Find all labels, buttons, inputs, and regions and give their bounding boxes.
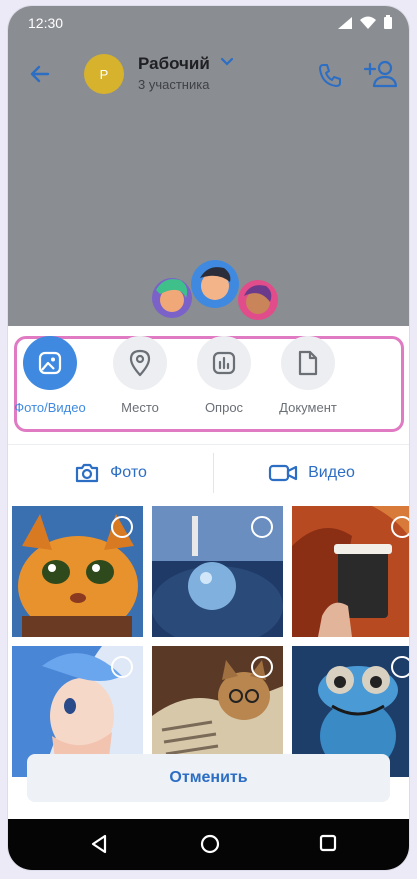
camera-icon [76, 463, 99, 483]
avatar-letter: Р [99, 66, 109, 82]
attach-document[interactable]: Документ [266, 336, 350, 415]
system-nav-bar [8, 819, 409, 870]
people-illustration [152, 260, 278, 320]
image-icon [38, 351, 62, 375]
phone-screen: 12:30 Р Рабочий 3 участника Фото/Видео М… [8, 6, 409, 870]
poll-icon [212, 351, 236, 375]
location-pin-icon [129, 349, 151, 377]
chat-header: Р Рабочий 3 участника [8, 40, 409, 110]
attach-photo-video-circle [23, 336, 77, 390]
gallery-photo-cat-in-boots[interactable] [12, 506, 143, 637]
back-arrow-icon[interactable] [28, 62, 52, 86]
tab-photo-label: Фото [110, 464, 147, 481]
status-icons [337, 15, 393, 30]
attach-location-circle [113, 336, 167, 390]
document-icon [298, 350, 318, 376]
attach-poll-label: Опрос [204, 400, 244, 415]
select-circle[interactable] [251, 516, 273, 538]
gallery-photo-lighthouse-sphere[interactable] [152, 506, 283, 637]
attach-location-label: Место [121, 400, 159, 415]
select-circle[interactable] [251, 656, 273, 678]
chevron-down-icon[interactable] [220, 57, 234, 67]
wifi-icon [360, 16, 376, 29]
attach-sheet: Фото/Видео Место Опрос Документ Фото Вид… [8, 326, 409, 870]
status-bar: 12:30 [8, 6, 409, 40]
tab-photo[interactable]: Фото [8, 445, 213, 501]
attach-poll[interactable]: Опрос [182, 336, 266, 415]
video-camera-icon [269, 464, 298, 482]
phone-call-icon[interactable] [317, 62, 343, 88]
nav-back-icon[interactable] [90, 834, 108, 854]
attach-document-circle [281, 336, 335, 390]
select-circle[interactable] [111, 656, 133, 678]
select-circle[interactable] [111, 516, 133, 538]
battery-icon [384, 15, 392, 29]
attach-photo-video-label: Фото/Видео [14, 400, 86, 415]
gallery-photo-coffee-cup-autumn[interactable] [292, 506, 409, 637]
media-tabs: Фото Видео [8, 444, 409, 501]
tab-video[interactable]: Видео [214, 445, 409, 501]
attach-poll-circle [197, 336, 251, 390]
tab-video-label: Видео [308, 464, 355, 481]
cancel-button[interactable]: Отменить [27, 754, 390, 802]
add-user-icon[interactable] [363, 60, 397, 88]
chat-area [8, 110, 409, 326]
chat-avatar[interactable]: Р [84, 54, 124, 94]
signal-icon [338, 16, 352, 29]
nav-recents-icon[interactable] [319, 834, 337, 852]
select-circle[interactable] [391, 516, 409, 538]
chat-title[interactable]: Рабочий [138, 54, 210, 74]
chat-subtitle: 3 участника [138, 77, 210, 92]
attach-document-label: Документ [279, 400, 337, 415]
status-time: 12:30 [28, 15, 64, 31]
nav-home-icon[interactable] [200, 834, 220, 854]
select-circle[interactable] [391, 656, 409, 678]
attach-photo-video[interactable]: Фото/Видео [8, 336, 92, 415]
attach-location[interactable]: Место [98, 336, 182, 415]
